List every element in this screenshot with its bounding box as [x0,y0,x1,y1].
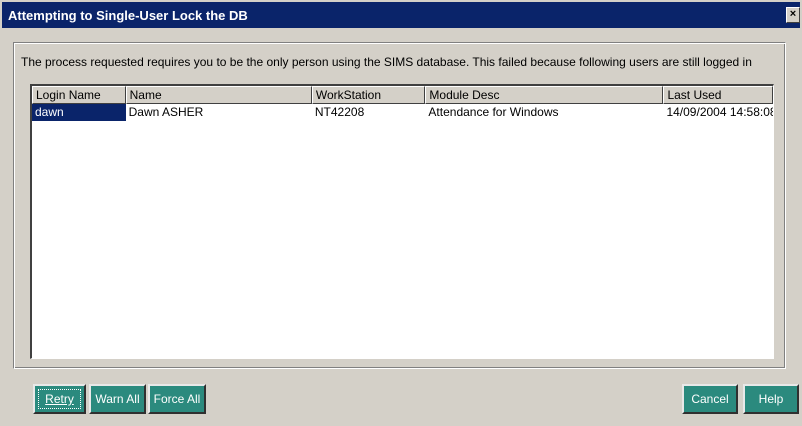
cell-login-name: dawn [32,104,126,121]
cancel-button-label: Cancel [691,392,729,406]
force-all-button[interactable]: Force All [148,384,206,414]
table-row[interactable]: dawn Dawn ASHER NT42208 Attendance for W… [32,104,773,121]
help-button[interactable]: Help [743,384,799,414]
dialog-window: Attempting to Single-User Lock the DB × … [0,0,802,426]
column-header-last-used[interactable]: Last Used [663,86,773,104]
window-title: Attempting to Single-User Lock the DB [8,7,248,23]
retry-button-label: Retry [45,392,74,406]
close-icon[interactable]: × [786,7,800,23]
help-button-label: Help [758,392,784,406]
logged-in-users-list[interactable]: Login Name Name WorkStation Module Desc … [30,84,774,359]
retry-button[interactable]: Retry [33,384,86,414]
cancel-button[interactable]: Cancel [682,384,738,414]
column-header-login-name[interactable]: Login Name [32,86,126,104]
cell-name: Dawn ASHER [128,105,204,119]
list-header: Login Name Name WorkStation Module Desc … [32,86,773,104]
warn-all-button[interactable]: Warn All [89,384,146,414]
warn-all-button-label: Warn All [95,392,140,406]
cell-workstation: NT42208 [314,105,365,119]
force-all-button-label: Force All [153,392,201,406]
column-header-workstation[interactable]: WorkStation [311,86,426,104]
column-header-module-desc[interactable]: Module Desc [425,86,664,104]
cell-module-desc: Attendance for Windows [428,105,559,119]
info-message: The process requested requires you to be… [21,55,752,69]
cell-last-used: 14/09/2004 14:58:08 [666,105,774,119]
column-header-name[interactable]: Name [125,86,312,104]
title-bar[interactable]: Attempting to Single-User Lock the DB × [2,2,800,28]
